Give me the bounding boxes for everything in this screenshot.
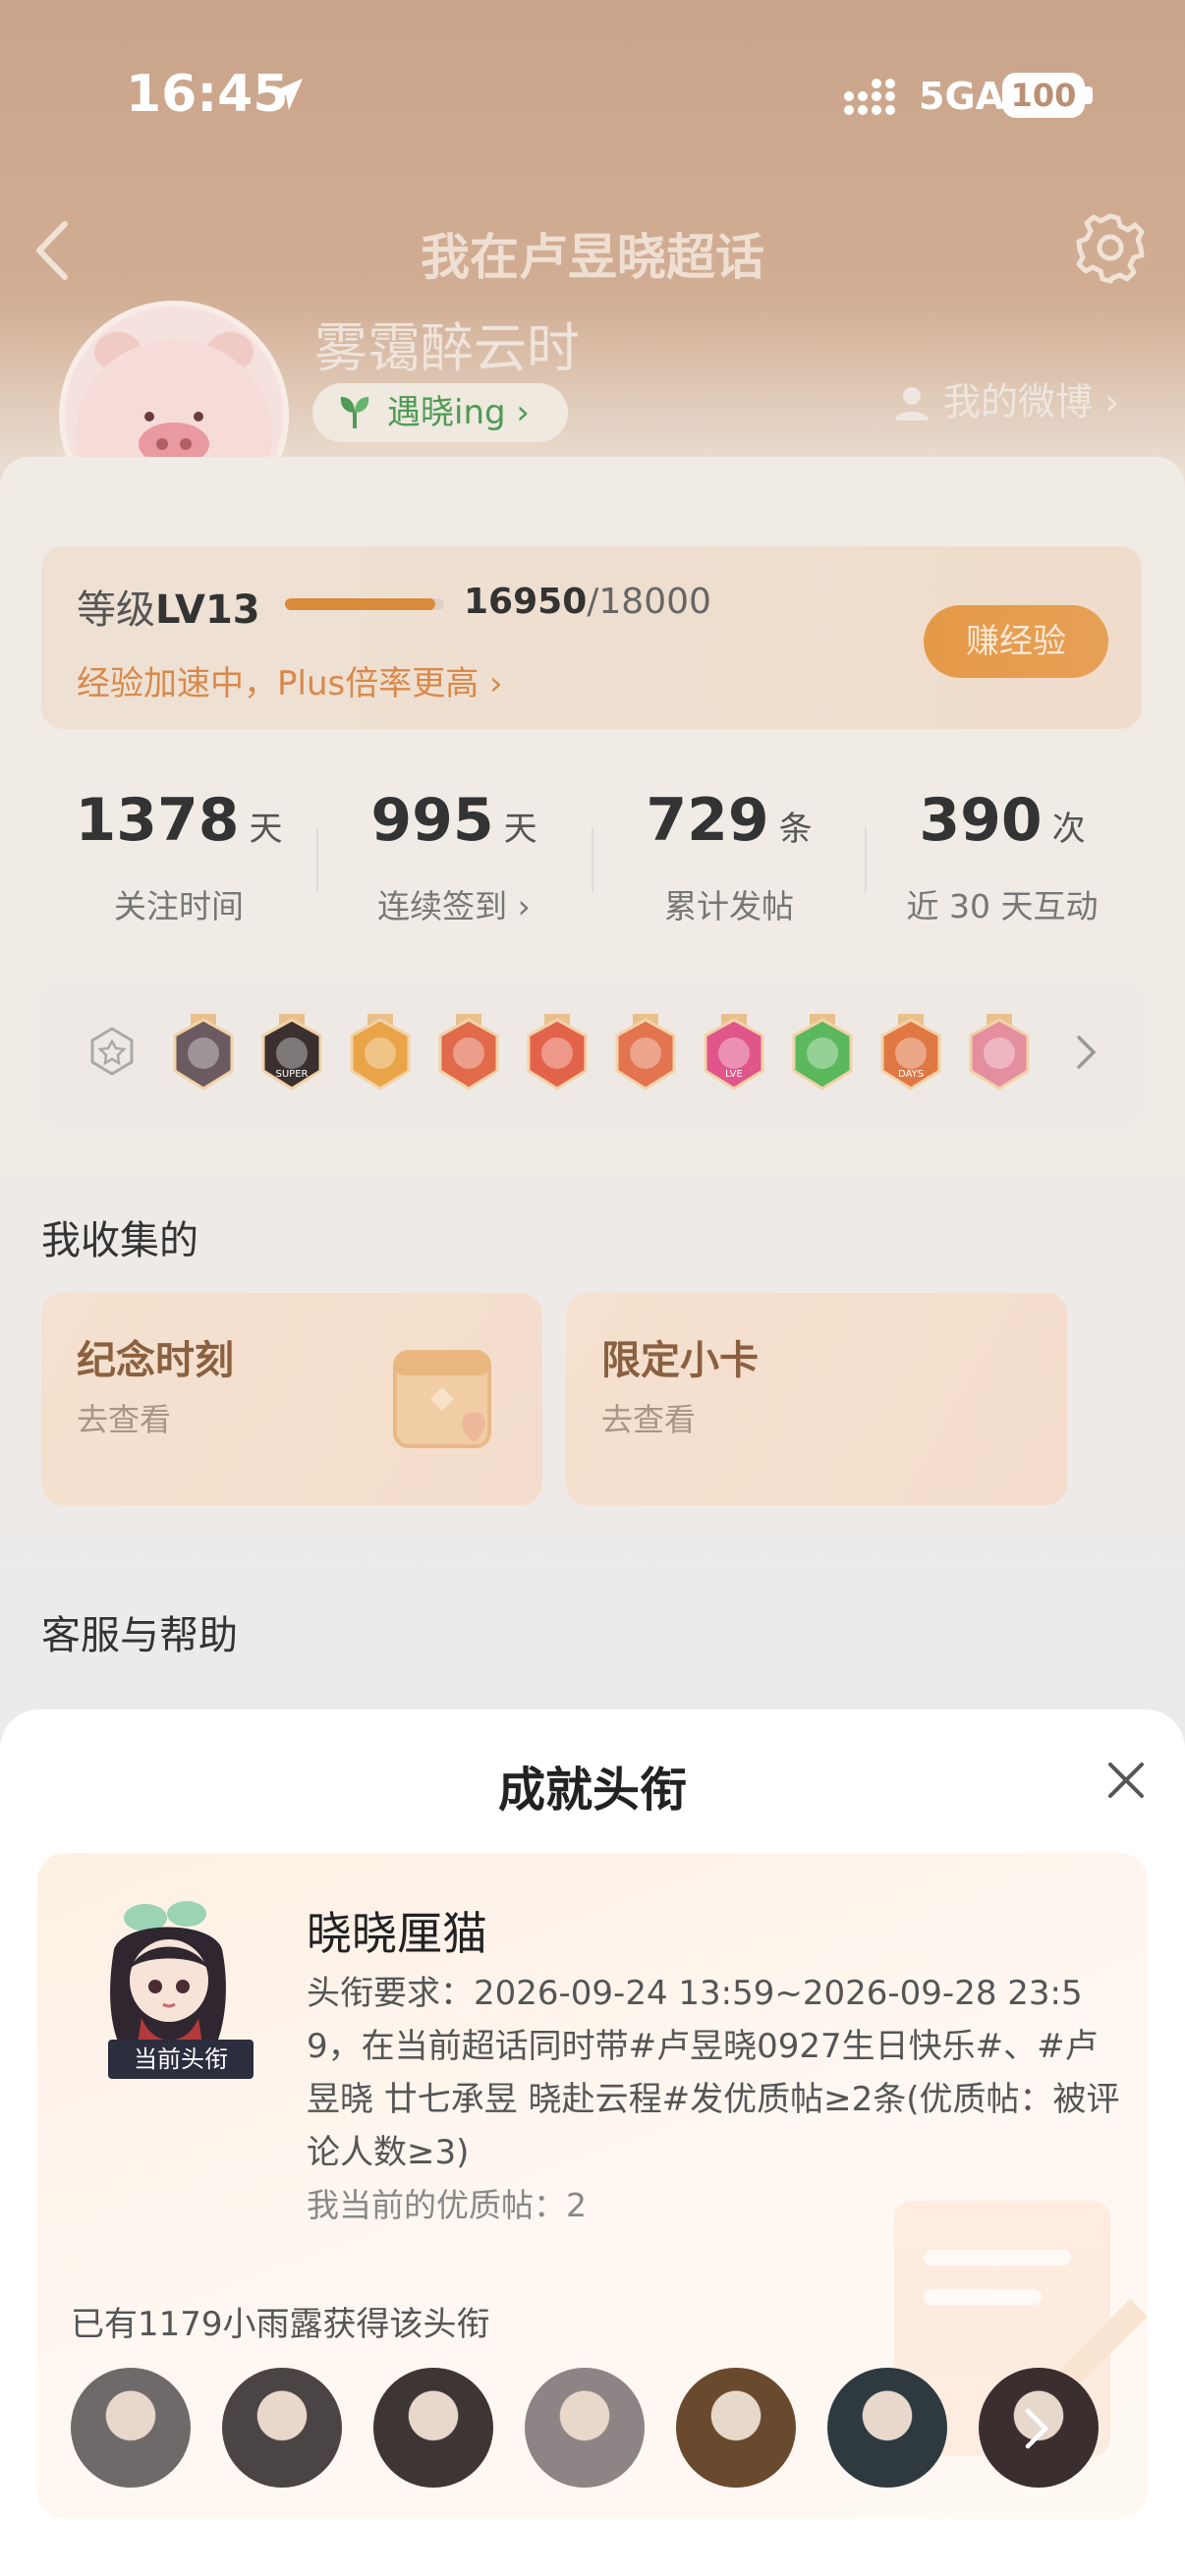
- network-type: 5GA: [919, 75, 1005, 118]
- my-weibo-label: 我的微博 ›: [943, 380, 1120, 423]
- current-quality-posts: 我当前的优质帖：2: [307, 2186, 587, 2224]
- badge-medal-9[interactable]: DAYS: [876, 1012, 945, 1096]
- calendar-heart-icon: [393, 1350, 491, 1448]
- current-title-tag: 当前头衔: [108, 2040, 254, 2079]
- stat-value: 729: [646, 786, 769, 855]
- badge-text: DAYS: [898, 1069, 924, 1080]
- status-time: 16:45: [126, 65, 289, 124]
- medal-outline-icon: [90, 1027, 134, 1076]
- collect-card-title: 纪念时刻: [77, 1338, 234, 1383]
- stat-follow-days: 1378 天关注时间: [41, 786, 316, 925]
- chevron-right-icon[interactable]: [1075, 1034, 1099, 1071]
- level-exp-current: 16950: [464, 582, 588, 622]
- status-bar: 16:45 5GA 100: [0, 0, 1185, 196]
- sprout-icon: [340, 397, 369, 428]
- stat-checkin-days[interactable]: 995 天连续签到 ›: [316, 786, 592, 925]
- level-progress-bar: [285, 598, 444, 610]
- level-value: LV13: [155, 588, 260, 633]
- owner-avatar[interactable]: [373, 2368, 493, 2488]
- chevron-right-icon[interactable]: [1020, 2405, 1055, 2452]
- badge-text: SUPER: [276, 1069, 309, 1080]
- stat-label: 累计发帖: [664, 887, 794, 925]
- exp-boost-link[interactable]: 经验加速中，Plus倍率更高 ›: [77, 656, 503, 704]
- level-label: 等级LV13: [77, 578, 260, 635]
- stat-posts: 729 条累计发帖: [592, 786, 867, 925]
- status-chip-label: 遇晓ing ›: [387, 393, 530, 432]
- badge-medal-5[interactable]: [523, 1012, 592, 1096]
- level-prefix: 等级: [77, 588, 155, 633]
- badge-medal-10[interactable]: [965, 1012, 1034, 1096]
- collect-card-sub: 去查看: [601, 1401, 697, 1438]
- badge-medal-6[interactable]: [611, 1012, 680, 1096]
- badge-medal-1[interactable]: [169, 1012, 238, 1096]
- badge-medal-8[interactable]: [788, 1012, 857, 1096]
- gear-icon[interactable]: [1073, 210, 1148, 285]
- owner-avatar[interactable]: [222, 2368, 342, 2488]
- stat-unit: 条: [778, 810, 813, 849]
- owner-avatar[interactable]: [71, 2368, 191, 2488]
- badge-text: LVE: [725, 1069, 743, 1080]
- my-weibo-link[interactable]: 我的微博 ›: [892, 377, 1119, 426]
- level-progress-fill: [285, 598, 435, 610]
- level-exp-total: /18000: [587, 582, 711, 622]
- username: 雾霭醉云时: [314, 317, 580, 379]
- owner-avatar[interactable]: [827, 2368, 947, 2488]
- stat-label: 关注时间: [114, 887, 244, 925]
- badge-medal-2[interactable]: SUPER: [257, 1012, 326, 1096]
- sheet-title: 成就头衔: [497, 1763, 687, 1818]
- location-arrow-icon: [271, 79, 303, 110]
- battery-tip: [1085, 86, 1093, 104]
- earn-exp-button[interactable]: 赚经验: [924, 605, 1108, 678]
- title-requirement: 头衔要求：2026-09-24 13:59~2026-09-28 23:59，在…: [307, 1974, 1120, 2172]
- badge-medal-3[interactable]: [346, 1012, 415, 1096]
- stat-value: 995: [370, 786, 494, 855]
- owner-avatar[interactable]: [676, 2368, 796, 2488]
- stat-label: 连续签到 ›: [377, 887, 531, 925]
- collection-title: 我收集的: [41, 1218, 198, 1263]
- level-exp: 16950/18000: [464, 582, 711, 622]
- help-title: 客服与帮助: [41, 1613, 238, 1658]
- title-name: 晓晓厘猫: [307, 1907, 487, 1960]
- battery-indicator: 100: [1002, 73, 1085, 118]
- stat-unit: 天: [503, 810, 537, 849]
- signal-dots-icon: [844, 79, 895, 115]
- stat-label: 近 30 天互动: [906, 887, 1099, 925]
- collect-card-title: 限定小卡: [601, 1338, 759, 1383]
- badge-medal-7[interactable]: LVE: [700, 1012, 768, 1096]
- owners-count: 已有1179小雨露获得该头衔: [71, 2305, 490, 2344]
- stat-value: 1378: [75, 786, 240, 855]
- person-icon: [895, 387, 929, 420]
- badge-medal-4[interactable]: [434, 1012, 503, 1096]
- stat-interactions: 390 次近 30 天互动: [865, 786, 1140, 925]
- page-title: 我在卢昱晓超话: [421, 229, 764, 286]
- collect-card-sub: 去查看: [77, 1401, 172, 1438]
- stat-unit: 次: [1051, 810, 1086, 849]
- stat-unit: 天: [249, 810, 283, 849]
- stat-value: 390: [919, 786, 1043, 855]
- owner-avatar[interactable]: [525, 2368, 645, 2488]
- close-icon[interactable]: [1104, 1759, 1148, 1802]
- status-chip[interactable]: 遇晓ing ›: [312, 383, 568, 442]
